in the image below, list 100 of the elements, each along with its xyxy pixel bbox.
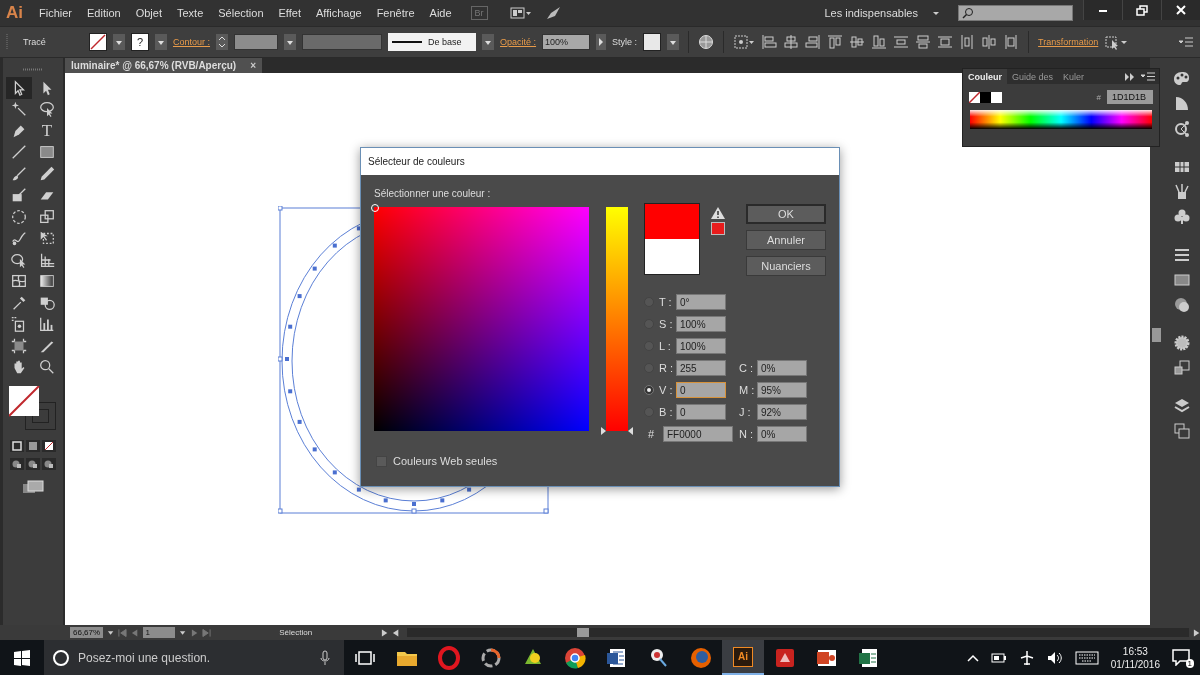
globe-icon[interactable] (698, 34, 715, 50)
screen-mode-icon[interactable] (22, 480, 44, 494)
input-field[interactable]: 0 (676, 382, 726, 398)
taskbar-search-field[interactable]: Posez-moi une question. (44, 640, 344, 675)
layers-icon[interactable] (1172, 397, 1191, 415)
nodes-icon[interactable] (1172, 120, 1191, 138)
menu-item[interactable]: Edition (87, 7, 121, 19)
opacity-link[interactable]: Opacité : (500, 37, 537, 47)
menu-item[interactable]: Fichier (39, 7, 72, 19)
input-field[interactable]: 100% (676, 338, 726, 354)
stroke-weight-field[interactable] (234, 34, 279, 50)
last-page-icon[interactable] (201, 628, 211, 637)
draw-normal-button[interactable] (10, 458, 24, 470)
input-field[interactable]: 0% (757, 426, 807, 442)
isolate-icon[interactable] (1104, 34, 1129, 50)
input-field[interactable]: 0 (676, 404, 726, 420)
menu-item[interactable]: Texte (176, 7, 204, 19)
hue-slider-thumb[interactable] (601, 427, 634, 435)
menu-item[interactable]: Fenêtre (376, 7, 415, 19)
dropdown-button[interactable] (155, 34, 167, 50)
menu-item[interactable]: Aide (429, 7, 452, 19)
menu-item[interactable]: Affichage (315, 7, 362, 19)
airplane-icon[interactable] (1018, 649, 1035, 666)
horizontal-scrollbar[interactable] (406, 628, 1189, 637)
double-arrow-icon[interactable] (1125, 72, 1135, 81)
distribute-icon[interactable] (959, 34, 976, 50)
zoom-field[interactable]: 66,67% (70, 627, 104, 638)
stroke-link[interactable]: Contour : (173, 37, 211, 47)
cancel-button[interactable]: Annuler (746, 230, 826, 250)
radio-button[interactable] (644, 385, 654, 395)
speaker-icon[interactable] (1046, 650, 1063, 665)
hex-field[interactable]: FF0000 (663, 426, 733, 442)
distribute-icon[interactable] (981, 34, 998, 50)
ok-button[interactable]: OK (746, 204, 826, 224)
lines-icon[interactable] (1172, 246, 1191, 264)
microphone-icon[interactable] (320, 649, 330, 666)
caret-icon[interactable] (107, 628, 115, 637)
input-field[interactable]: 92% (757, 404, 807, 420)
type-tool-button[interactable]: T (34, 120, 60, 142)
workspace-menu[interactable]: Les indispensables (824, 7, 918, 19)
dropdown-button[interactable] (113, 34, 125, 50)
chevron-up-icon[interactable] (966, 653, 979, 662)
arrow-button[interactable] (596, 34, 607, 50)
none-mode-button[interactable] (42, 440, 56, 452)
gradient-box-icon[interactable] (1172, 271, 1191, 289)
panel-tab[interactable]: Guide des (1007, 69, 1059, 84)
panel-tab[interactable]: Kuler (1058, 69, 1090, 84)
scroll-right-icon[interactable] (1192, 628, 1200, 637)
squares-icon[interactable] (1172, 359, 1191, 377)
gradient-mode-button[interactable] (26, 440, 40, 452)
input-field[interactable]: 0% (757, 360, 807, 376)
club-icon[interactable] (1172, 208, 1191, 226)
panel-tab[interactable]: Couleur (963, 69, 1007, 84)
fill-stroke-icon[interactable] (9, 386, 57, 430)
dropdown-button[interactable] (482, 34, 495, 50)
search-field[interactable] (958, 5, 1073, 21)
color-swatch[interactable] (991, 91, 1002, 103)
minimize-button[interactable] (1083, 0, 1122, 20)
circles-icon[interactable] (1172, 296, 1191, 314)
layout-icon[interactable] (509, 7, 532, 19)
distribute-icon[interactable] (937, 34, 954, 50)
rocket-icon[interactable] (545, 6, 562, 20)
play-icon[interactable] (380, 628, 388, 637)
battery-icon[interactable] (990, 652, 1007, 663)
panel-menu-icon[interactable] (1141, 72, 1155, 81)
dropdown-button[interactable] (284, 34, 297, 50)
align-icon[interactable] (805, 34, 822, 50)
notification-button[interactable]: 1 (1172, 647, 1192, 668)
app-button[interactable]: Ai (722, 640, 764, 675)
input-field[interactable]: 0° (676, 294, 726, 310)
scroll-left-icon[interactable] (391, 628, 399, 637)
input-field[interactable]: 95% (757, 382, 807, 398)
none-swatch[interactable] (969, 91, 980, 103)
align-icon[interactable] (871, 34, 888, 50)
artboard-field[interactable]: 1 (142, 627, 176, 638)
spinner-icon[interactable] (216, 34, 229, 50)
palette-icon[interactable] (1172, 70, 1191, 88)
previous-page-icon[interactable] (131, 628, 139, 637)
color-mode-button[interactable] (10, 440, 24, 452)
clock[interactable]: 16:53 01/11/2016 (1110, 644, 1160, 671)
transform-link[interactable]: Transformation (1038, 37, 1099, 47)
close-button[interactable] (1161, 0, 1200, 20)
artboards-icon[interactable] (1172, 422, 1191, 440)
brushes-icon[interactable] (1172, 183, 1191, 201)
distribute-icon[interactable] (915, 34, 932, 50)
draw-behind-button[interactable] (26, 458, 40, 470)
hex-field[interactable]: 1D1D1B (1107, 90, 1153, 104)
menu-item[interactable]: Objet (135, 7, 162, 19)
gamut-swatch[interactable] (711, 222, 725, 235)
input-field[interactable]: 255 (676, 360, 726, 376)
align-icon[interactable] (783, 34, 800, 50)
draw-inside-button[interactable] (42, 458, 56, 470)
dropdown-button[interactable] (667, 34, 680, 50)
dashed-square-icon[interactable] (733, 34, 756, 50)
color-swatch[interactable] (980, 91, 991, 103)
restore-button[interactable] (1122, 0, 1161, 20)
hue-slider-track[interactable] (606, 207, 629, 431)
color-spectrum[interactable] (970, 110, 1152, 129)
tool-button[interactable] (6, 77, 32, 99)
align-icon[interactable] (849, 34, 866, 50)
